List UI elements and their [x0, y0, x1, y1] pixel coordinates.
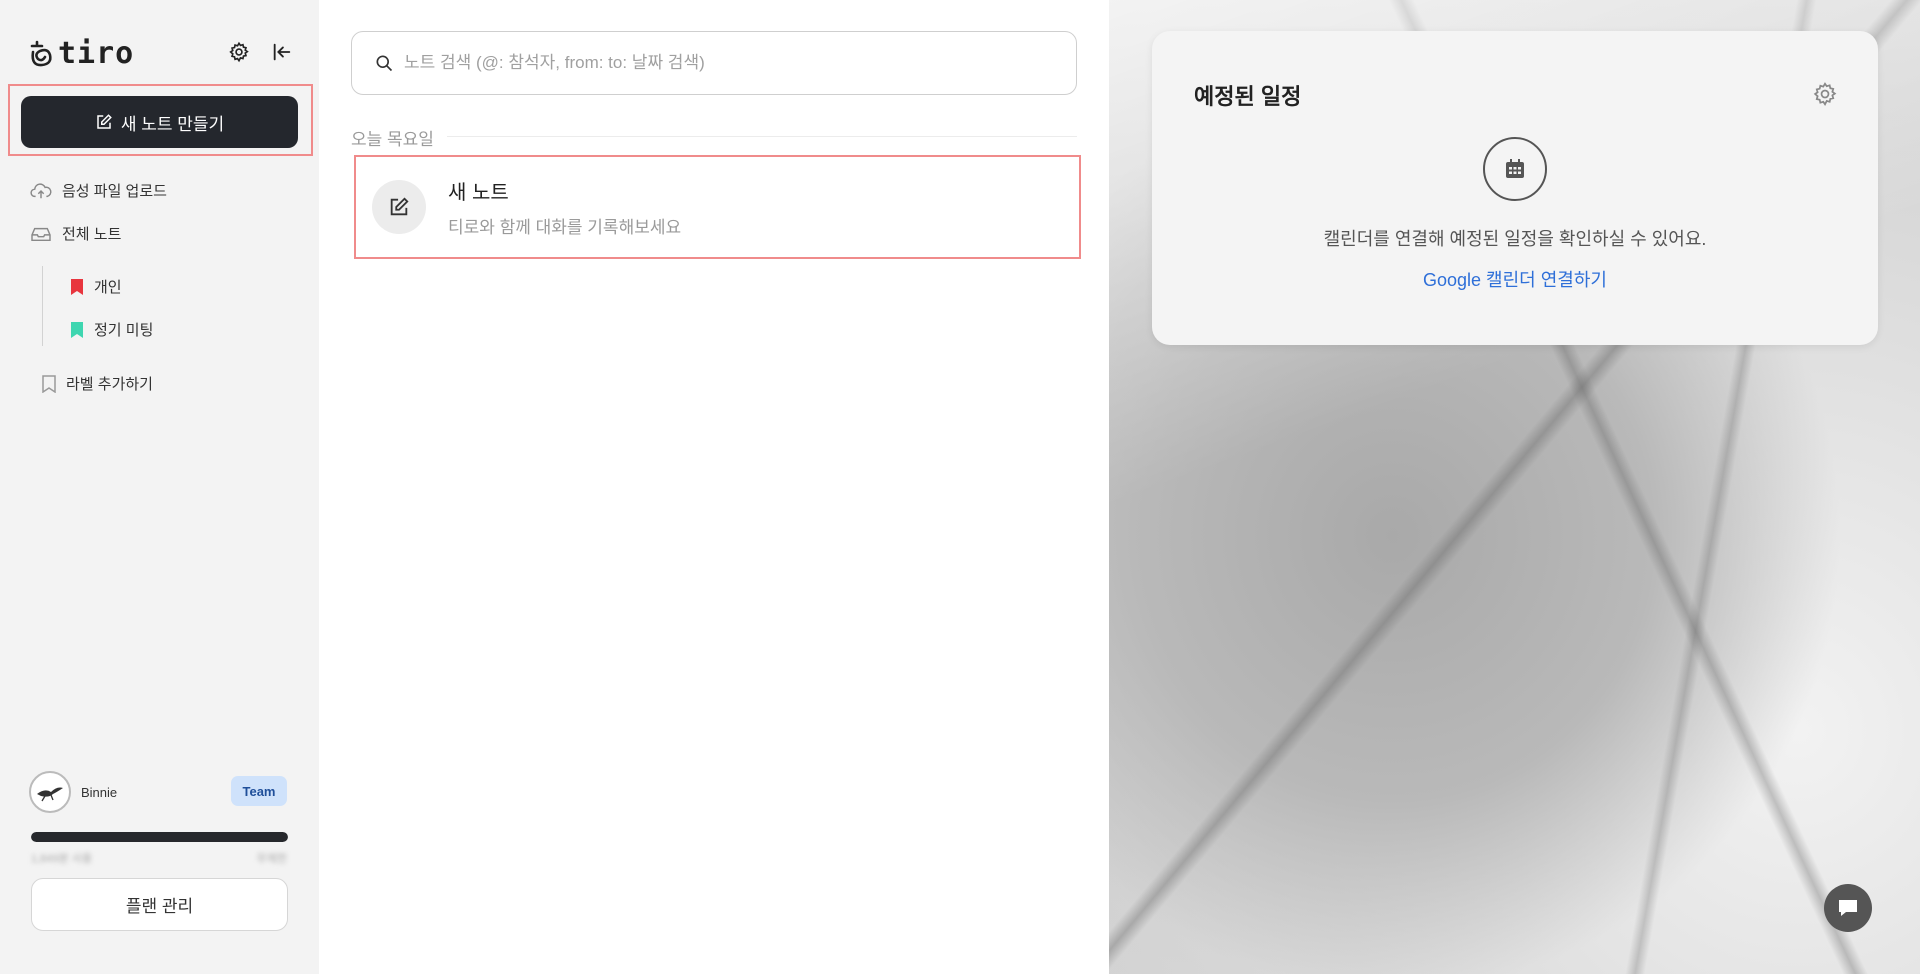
edit-icon	[97, 114, 112, 129]
scheduled-events-card: 예정된 일정 캘린더를 연결해 예정된 일정을 확인하실 수 있어요. Goog…	[1152, 31, 1878, 345]
calendar-panel: 예정된 일정 캘린더를 연결해 예정된 일정을 확인하실 수 있어요. Goog…	[1109, 0, 1920, 974]
usage-fill	[31, 832, 288, 842]
label-meeting-text: 정기 미팅	[94, 322, 154, 339]
calendar-icon-circle	[1483, 137, 1547, 201]
chat-support-button[interactable]	[1824, 884, 1872, 932]
all-notes-label: 전체 노트	[62, 226, 122, 243]
search-box[interactable]	[351, 31, 1077, 95]
label-item-regular-meeting[interactable]: 정기 미팅	[70, 319, 153, 340]
avatar-bird-icon	[37, 787, 63, 802]
logo-text: tiro	[58, 36, 135, 71]
notes-panel: 오늘 목요일 새 노트 티로와 함께 대화를 기록해보세요	[319, 0, 1109, 974]
note-title: 새 노트	[448, 182, 509, 204]
add-label-item[interactable]: 라벨 추가하기	[42, 373, 153, 394]
inbox-icon	[31, 227, 51, 241]
calendar-icon	[1506, 159, 1524, 178]
upload-audio-label: 음성 파일 업로드	[62, 183, 167, 200]
calendar-message: 캘린더를 연결해 예정된 일정을 확인하실 수 있어요.	[1323, 229, 1707, 249]
search-input[interactable]	[404, 53, 1044, 73]
bookmark-teal-icon	[71, 321, 83, 338]
settings-gear-icon[interactable]	[227, 40, 251, 64]
usage-bar	[31, 832, 288, 842]
sidebar: tiro 새 노트 만들기 음성 파일 업로드 전체 노트 개인 정기 미팅 라…	[0, 0, 319, 974]
new-note-card[interactable]: 새 노트 티로와 함께 대화를 기록해보세요	[354, 155, 1081, 259]
tree-line	[42, 266, 43, 346]
chat-bubble-icon	[1839, 900, 1857, 916]
search-icon	[376, 55, 393, 72]
day-divider	[447, 136, 1077, 137]
bookmark-outline-icon	[42, 374, 56, 393]
usage-right-text: 무제한	[256, 853, 287, 865]
calendar-settings-gear-icon[interactable]	[1812, 81, 1838, 107]
bookmark-red-icon	[71, 278, 83, 295]
cloud-upload-icon	[30, 182, 52, 198]
label-item-personal[interactable]: 개인	[70, 276, 122, 297]
user-name: Binnie	[81, 784, 118, 800]
user-profile[interactable]: Binnie	[29, 771, 117, 813]
connect-google-calendar-link[interactable]: Google 캘린더 연결하기	[1152, 266, 1878, 292]
usage-left-text: 1,849분 사용	[31, 853, 92, 865]
day-label: 오늘 목요일	[351, 130, 434, 149]
avatar	[29, 771, 71, 813]
new-note-button[interactable]: 새 노트 만들기	[21, 96, 298, 148]
label-personal-text: 개인	[94, 279, 122, 296]
new-note-label: 새 노트 만들기	[120, 114, 225, 134]
tiro-logo[interactable]: tiro	[28, 36, 134, 71]
note-subtitle: 티로와 함께 대화를 기록해보세요	[448, 218, 682, 237]
team-plan-badge: Team	[231, 776, 287, 806]
logo-mark-icon	[30, 40, 52, 66]
note-icon-circle	[372, 180, 426, 234]
all-notes-item[interactable]: 전체 노트	[30, 223, 121, 244]
calendar-title: 예정된 일정	[1194, 84, 1302, 109]
edit-icon	[390, 197, 409, 216]
collapse-sidebar-icon[interactable]	[270, 40, 294, 64]
manage-plan-button[interactable]: 플랜 관리	[31, 878, 288, 931]
add-label-text: 라벨 추가하기	[66, 376, 153, 393]
upload-audio-item[interactable]: 음성 파일 업로드	[30, 180, 167, 201]
